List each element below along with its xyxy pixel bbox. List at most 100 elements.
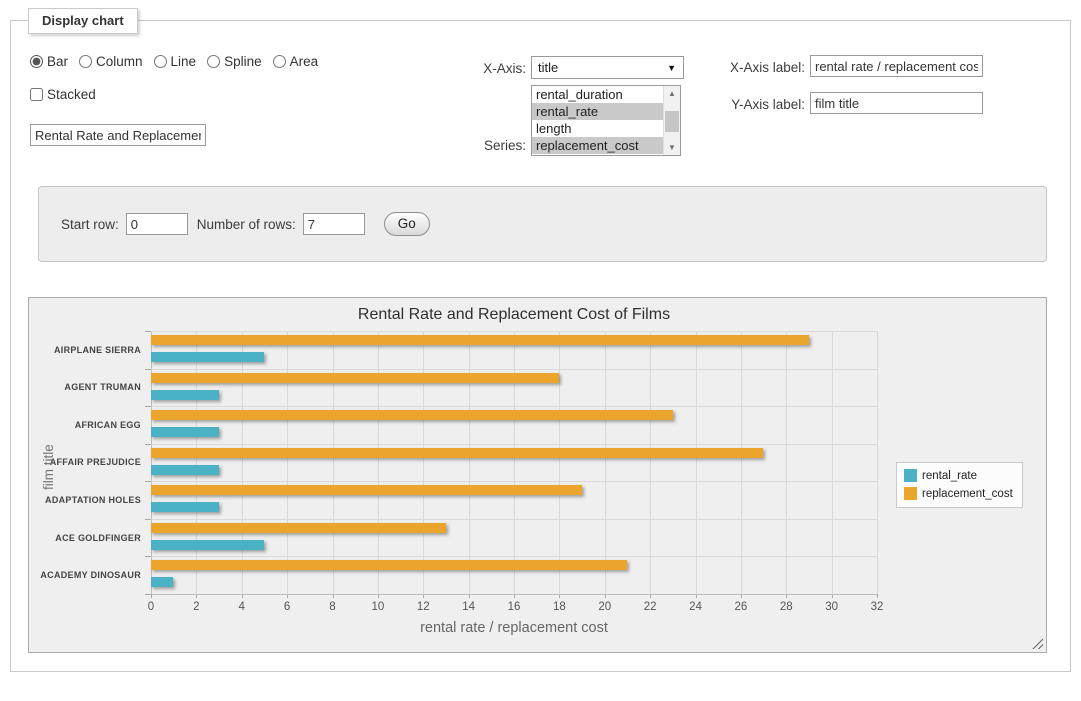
gridline [696,331,697,594]
y-axis-tick [145,369,151,370]
chart-type-option-area: Area [273,54,319,69]
gridline [514,331,515,594]
y-axis-tick [145,556,151,557]
chart-type-label: Line [171,54,197,69]
display-chart-panel: Display chart BarColumnLineSplineArea St… [10,20,1071,672]
chart-type-option-bar: Bar [30,54,68,69]
bar-rental_rate[interactable] [151,465,219,475]
start-row-input[interactable] [126,213,188,235]
bar-replacement_cost[interactable] [151,410,673,420]
bar-replacement_cost[interactable] [151,560,627,570]
bar-rental_rate[interactable] [151,427,219,437]
x-tick-label: 8 [313,601,353,613]
series-select-label: Series: [436,138,526,153]
chart-type-radio-line[interactable] [154,55,167,68]
num-rows-input[interactable] [303,213,365,235]
legend-label: rental_rate [922,470,977,482]
start-row-label: Start row: [61,217,119,232]
stacked-checkbox[interactable] [30,88,43,101]
stacked-checkbox-group: Stacked [30,87,96,102]
bar-replacement_cost[interactable] [151,485,582,495]
gridline [559,331,560,594]
gridline [786,331,787,594]
y-axis-tick [145,331,151,332]
chart-title-input[interactable] [30,124,206,146]
series-option-length[interactable]: length [532,120,663,137]
x-tick-label: 14 [449,601,489,613]
x-axis-label-input[interactable] [810,55,983,77]
x-tick-label: 2 [176,601,216,613]
x-axis-title: rental rate / replacement cost [151,620,877,636]
gridline [877,331,878,594]
x-axis-select[interactable]: title ▼ [531,56,684,79]
x-tick-label: 20 [585,601,625,613]
legend-item-replacement_cost[interactable]: replacement_cost [904,487,1013,500]
chart-type-label: Column [96,54,143,69]
x-tick-label: 12 [403,601,443,613]
chart-type-label: Area [290,54,319,69]
x-tick-label: 0 [131,601,171,613]
scrollbar-thumb[interactable] [665,111,679,132]
dropdown-arrow-icon: ▼ [667,64,676,73]
legend-item-rental_rate[interactable]: rental_rate [904,469,1013,482]
x-tick-label: 18 [539,601,579,613]
chart-legend: rental_rate replacement_cost [896,462,1023,508]
bar-rental_rate[interactable] [151,352,264,362]
gridline [741,331,742,594]
gridline [832,331,833,594]
scroll-up-icon[interactable]: ▲ [664,86,680,101]
gridline [151,556,877,557]
x-tick-label: 32 [857,601,897,613]
resize-grip-icon[interactable] [1032,638,1043,649]
gridline [151,331,877,332]
chart-type-label: Spline [224,54,262,69]
series-option-replacement_cost[interactable]: replacement_cost [532,137,663,154]
y-axis-label-input[interactable] [810,92,983,114]
x-tick-label: 22 [630,601,670,613]
gridline [151,369,877,370]
category-label: AFRICAN EGG [29,406,141,444]
x-tick-label: 26 [721,601,761,613]
x-tick-label: 4 [222,601,262,613]
legend-swatch-icon [904,469,917,482]
series-option-rental_rate[interactable]: rental_rate [532,103,663,120]
y-axis-label-label: Y-Axis label: [711,97,805,112]
gridline [605,331,606,594]
gridline [469,331,470,594]
bar-replacement_cost[interactable] [151,448,763,458]
x-tick-label: 6 [267,601,307,613]
series-multiselect[interactable]: rental_durationrental_ratelengthreplacem… [531,85,681,156]
chart-type-radio-spline[interactable] [207,55,220,68]
y-axis-title: film title [41,444,56,490]
chart-type-option-spline: Spline [207,54,262,69]
gridline [650,331,651,594]
series-scrollbar[interactable]: ▲ ▼ [663,86,680,155]
scroll-down-icon[interactable]: ▼ [664,140,680,155]
x-tick-label: 16 [494,601,534,613]
gridline [242,331,243,594]
panel-title: Display chart [28,8,138,34]
bar-rental_rate[interactable] [151,390,219,400]
bar-rental_rate[interactable] [151,502,219,512]
bar-replacement_cost[interactable] [151,373,559,383]
x-axis-label-label: X-Axis label: [711,60,805,75]
chart-type-radio-group: Bar Column Line Spline Area [30,54,318,69]
go-button[interactable]: Go [384,212,430,236]
gridline [423,331,424,594]
bar-replacement_cost[interactable] [151,335,809,345]
bar-replacement_cost[interactable] [151,523,446,533]
x-tick-label: 30 [812,601,852,613]
x-axis-select-label: X-Axis: [456,61,526,76]
chart-type-radio-bar[interactable] [30,55,43,68]
bar-rental_rate[interactable] [151,577,173,587]
gridline [151,519,877,520]
chart-type-radio-column[interactable] [79,55,92,68]
chart-title: Rental Rate and Replacement Cost of Film… [151,306,877,324]
gridline [333,331,334,594]
series-option-rental_duration[interactable]: rental_duration [532,86,663,103]
gridline [151,331,152,594]
category-label: AGENT TRUMAN [29,369,141,407]
chart-type-radio-area[interactable] [273,55,286,68]
bar-rental_rate[interactable] [151,540,264,550]
y-axis-tick [145,519,151,520]
